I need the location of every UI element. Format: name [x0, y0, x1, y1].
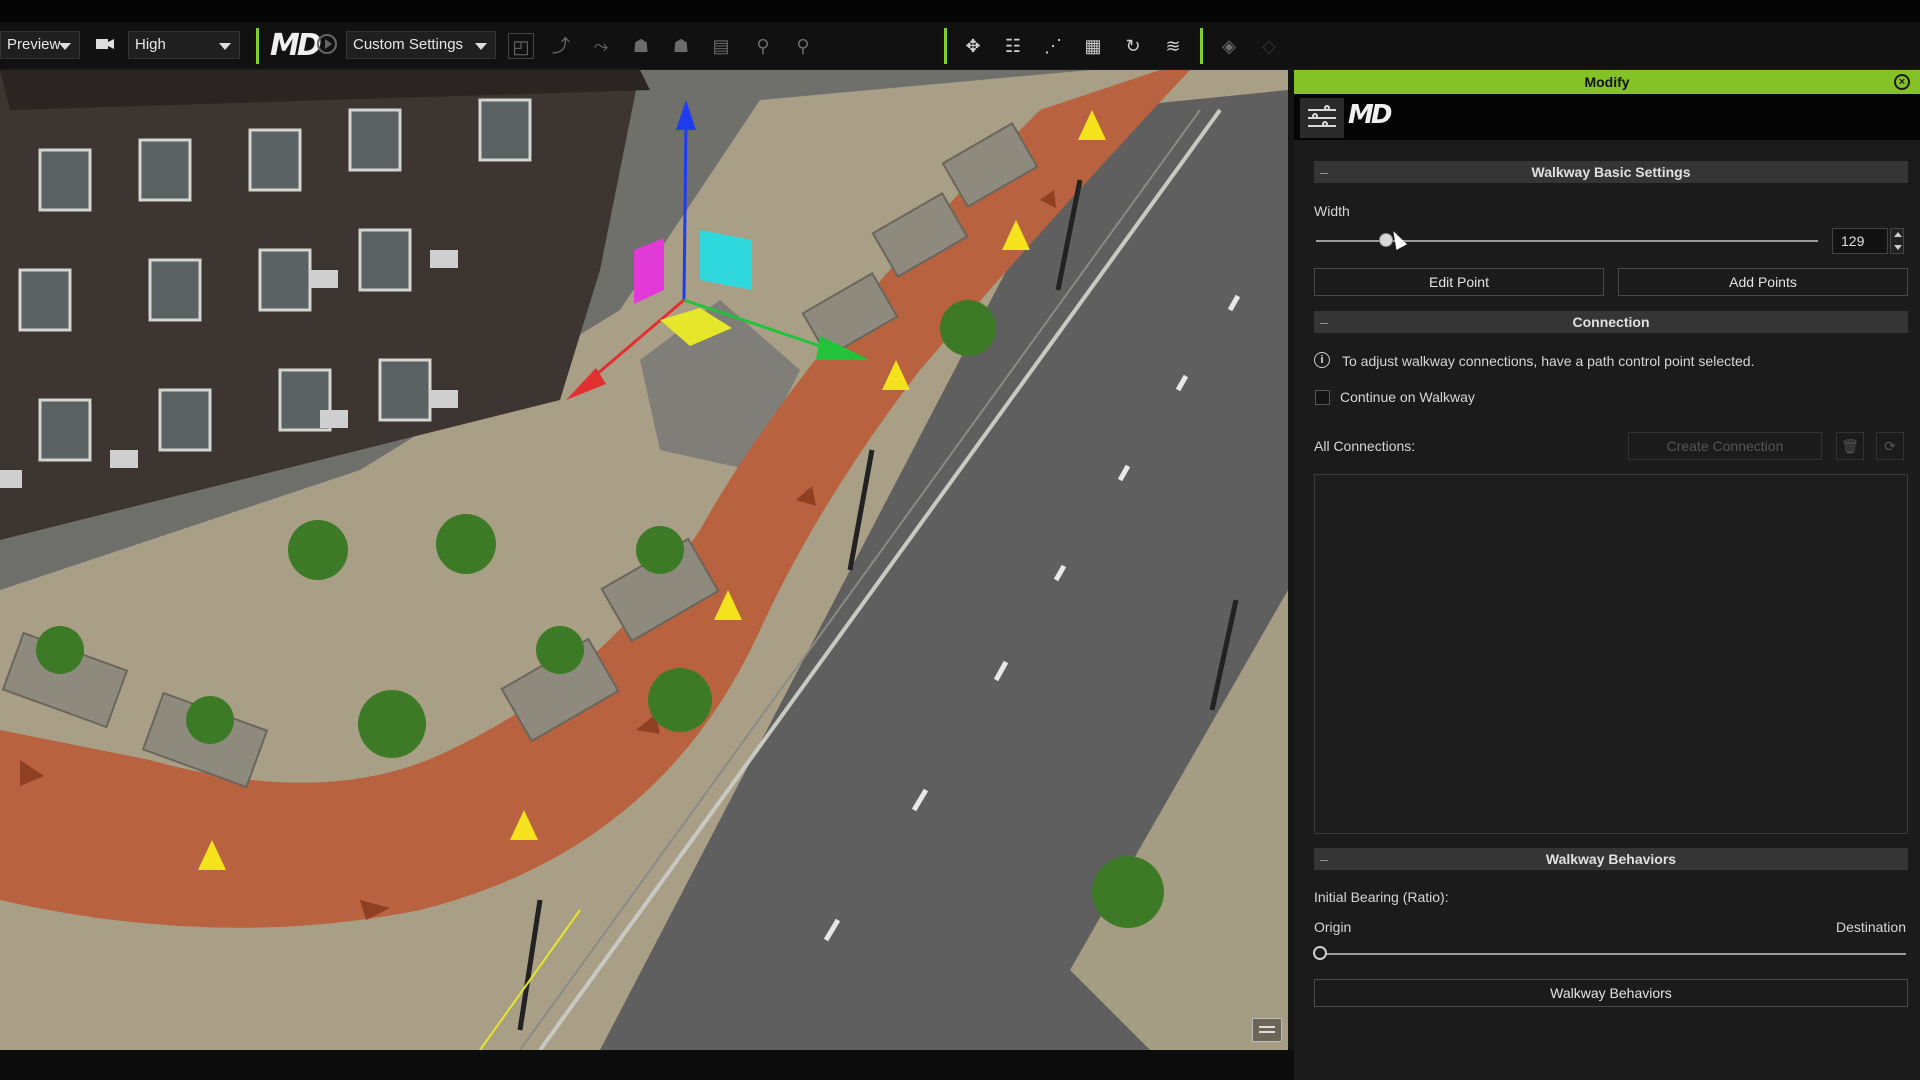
- destination-label: Destination: [1835, 919, 1906, 935]
- walkway-behaviors-button[interactable]: Walkway Behaviors: [1314, 979, 1908, 1007]
- trash-icon[interactable]: 🗑: [1836, 432, 1864, 460]
- connections-list[interactable]: [1314, 474, 1908, 834]
- add-points-button[interactable]: Add Points: [1618, 268, 1908, 296]
- refresh-icon[interactable]: ↻: [1120, 33, 1146, 59]
- all-connections-label: All Connections:: [1314, 438, 1416, 454]
- tab-settings[interactable]: [1300, 98, 1344, 138]
- toolbar-divider: [944, 28, 947, 64]
- quality-dropdown[interactable]: High: [128, 31, 240, 59]
- status-bar: [0, 1050, 1294, 1080]
- panel-title-bar: Modify ×: [1294, 70, 1920, 94]
- custom-settings-label: Custom Settings: [353, 36, 464, 53]
- connection-info-text: To adjust walkway connections, have a pa…: [1342, 353, 1755, 369]
- play-icon[interactable]: [314, 33, 340, 59]
- create-connection-button[interactable]: Create Connection: [1628, 432, 1822, 460]
- info-icon: i: [1314, 352, 1330, 368]
- toolbar-divider: [1200, 28, 1203, 64]
- collapse-icon[interactable]: –: [1320, 848, 1328, 870]
- chat-icon[interactable]: [1252, 1018, 1282, 1042]
- section-header-basic-settings[interactable]: – Walkway Basic Settings: [1314, 161, 1908, 183]
- camera-icon[interactable]: [92, 33, 118, 59]
- width-stepper[interactable]: [1890, 228, 1904, 254]
- bearing-slider-track[interactable]: [1320, 953, 1906, 955]
- path-tool-icon[interactable]: ◰: [508, 33, 534, 59]
- preview-dropdown-label: Preview: [7, 36, 61, 53]
- quality-dropdown-label: High: [135, 36, 166, 53]
- scene-render: [0, 70, 1288, 1050]
- chevron-down-icon: [219, 43, 231, 50]
- walk-icon[interactable]: ⚲: [750, 33, 776, 59]
- collapse-icon[interactable]: –: [1320, 161, 1328, 183]
- edit-point-button[interactable]: Edit Point: [1314, 268, 1604, 296]
- diamond-icon[interactable]: ◈: [1216, 33, 1242, 59]
- edit-path-icon[interactable]: ⤳: [588, 33, 614, 59]
- window-title-strip: [0, 0, 1920, 22]
- footstep-icon[interactable]: ⚲: [790, 33, 816, 59]
- 3d-viewport[interactable]: [0, 70, 1288, 1050]
- chevron-down-icon[interactable]: [1894, 245, 1902, 250]
- adjust-icon[interactable]: ≋: [1160, 33, 1186, 59]
- initial-bearing-label: Initial Bearing (Ratio):: [1314, 889, 1449, 905]
- continue-on-walkway-label: Continue on Walkway: [1340, 389, 1475, 405]
- main-toolbar: Preview High MD Custom Settings ◰ ⤴ ⤳ ☗ …: [0, 0, 1920, 70]
- section-title: Connection: [1572, 314, 1650, 330]
- panel-tab-strip: MD: [1294, 94, 1920, 140]
- continue-on-walkway-checkbox[interactable]: [1315, 390, 1330, 405]
- preview-dropdown[interactable]: Preview: [0, 31, 80, 59]
- section-title: Walkway Behaviors: [1545, 851, 1677, 867]
- toolbar-divider: [256, 28, 259, 64]
- chevron-down-icon: [59, 43, 71, 50]
- custom-settings-dropdown[interactable]: Custom Settings: [346, 31, 496, 59]
- section-header-walkway-behaviors[interactable]: – Walkway Behaviors: [1314, 848, 1908, 870]
- collapse-icon[interactable]: –: [1320, 311, 1328, 333]
- md-logo-icon: MD: [1348, 100, 1393, 130]
- diamond-outline-icon[interactable]: ◇: [1256, 33, 1282, 59]
- md-logo-icon[interactable]: MD: [270, 28, 322, 63]
- grid-icon[interactable]: ▦: [1080, 33, 1106, 59]
- sliders-icon: [1308, 105, 1336, 129]
- bearing-slider-handle[interactable]: [1313, 946, 1327, 960]
- section-title: Walkway Basic Settings: [1531, 164, 1691, 180]
- crowd-icon[interactable]: ✥: [960, 33, 986, 59]
- chevron-up-icon[interactable]: [1894, 232, 1902, 237]
- cycle-icon[interactable]: ⟳: [1876, 432, 1904, 460]
- scatter-icon[interactable]: ⋰: [1040, 33, 1066, 59]
- tab-md[interactable]: MD: [1344, 98, 1393, 138]
- close-icon[interactable]: ×: [1894, 74, 1910, 90]
- people-icon[interactable]: ☷: [1000, 33, 1026, 59]
- group-actor-icon[interactable]: ☗: [668, 33, 694, 59]
- chevron-down-icon: [475, 43, 487, 50]
- width-label: Width: [1314, 203, 1350, 219]
- width-input[interactable]: 129: [1832, 228, 1888, 254]
- origin-label: Origin: [1314, 919, 1352, 935]
- draw-path-icon[interactable]: ⤴: [548, 33, 574, 59]
- document-icon[interactable]: ▤: [708, 33, 734, 59]
- panel-title: Modify: [1584, 74, 1630, 90]
- actor-icon[interactable]: ☗: [628, 33, 654, 59]
- section-header-connection[interactable]: – Connection: [1314, 311, 1908, 333]
